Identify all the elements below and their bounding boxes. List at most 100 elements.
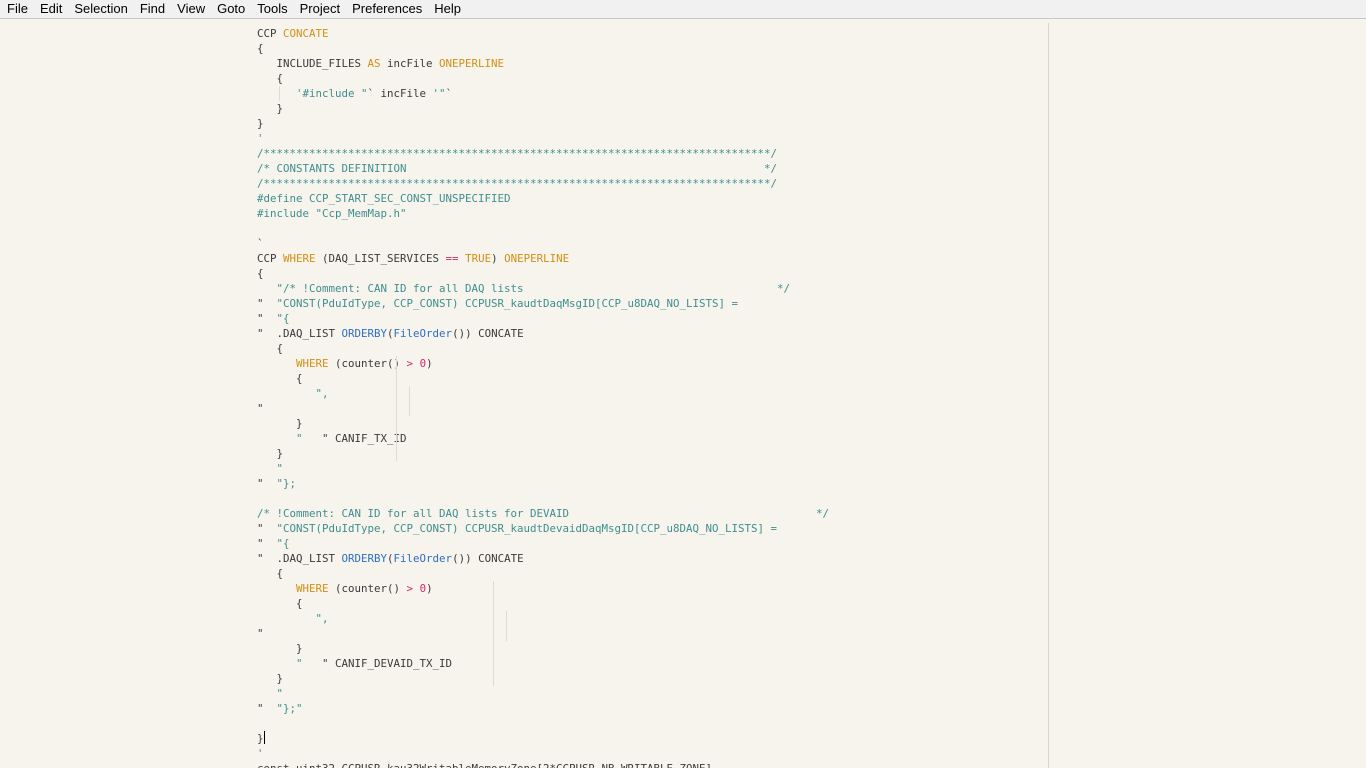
- code-line[interactable]: CCP CONCATE: [257, 26, 829, 41]
- code-line[interactable]: " "{: [257, 311, 829, 326]
- code-token: {: [257, 567, 284, 580]
- code-editor[interactable]: CCP CONCATE{ INCLUDE_FILES AS incFile ON…: [0, 19, 1366, 768]
- menu-selection[interactable]: Selection: [68, 0, 133, 18]
- code-token: ): [426, 357, 433, 370]
- code-line[interactable]: {: [257, 371, 829, 386]
- code-line[interactable]: /***************************************…: [257, 176, 829, 191]
- code-line[interactable]: /* CONSTANTS DEFINITION */: [257, 161, 829, 176]
- code-line[interactable]: " .DAQ_LIST ORDERBY(FileOrder()) CONCATE: [257, 551, 829, 566]
- code-token: {: [257, 42, 264, 55]
- code-line[interactable]: " "};": [257, 701, 829, 716]
- code-line[interactable]: ': [257, 746, 829, 761]
- code-line[interactable]: {: [257, 596, 829, 611]
- code-line[interactable]: " " CANIF_DEVAID_TX_ID: [257, 656, 829, 671]
- code-token: " .DAQ_LIST: [257, 327, 342, 340]
- code-line[interactable]: {: [257, 341, 829, 356]
- code-line[interactable]: CCP WHERE (DAQ_LIST_SERVICES == TRUE) ON…: [257, 251, 829, 266]
- menu-help[interactable]: Help: [428, 0, 467, 18]
- code-token: ONEPERLINE: [439, 57, 505, 70]
- code-token: ": [276, 687, 284, 700]
- code-line[interactable]: #include "Ccp_MemMap.h": [257, 206, 829, 221]
- menu-file[interactable]: File: [0, 0, 34, 18]
- code-line[interactable]: ': [257, 131, 829, 146]
- code-line[interactable]: `: [257, 236, 829, 251]
- code-line[interactable]: " "CONST(PduIdType, CCP_CONST) CCPUSR_ka…: [257, 521, 829, 536]
- code-token: ",: [315, 387, 329, 400]
- code-line[interactable]: }: [257, 101, 829, 116]
- code-line[interactable]: }: [257, 671, 829, 686]
- code-token: `: [257, 237, 264, 250]
- code-line[interactable]: ": [257, 461, 829, 476]
- code-line[interactable]: [257, 716, 829, 731]
- code-line[interactable]: }: [257, 116, 829, 131]
- code-line[interactable]: ": [257, 626, 829, 641]
- code-token: /* CONSTANTS DEFINITION */: [257, 162, 778, 175]
- menu-find[interactable]: Find: [134, 0, 171, 18]
- code-token: AS: [367, 57, 381, 70]
- code-line[interactable]: {: [257, 266, 829, 281]
- code-line[interactable]: /* !Comment: CAN ID for all DAQ lists fo…: [257, 506, 829, 521]
- code-line[interactable]: " "{: [257, 536, 829, 551]
- code-line[interactable]: #define CCP_START_SEC_CONST_UNSPECIFIED: [257, 191, 829, 206]
- code-line[interactable]: ": [257, 686, 829, 701]
- code-token: ": [257, 702, 277, 715]
- menu-tools[interactable]: Tools: [251, 0, 293, 18]
- code-token: {: [257, 372, 303, 385]
- code-token: #include "Ccp_MemMap.h": [257, 207, 407, 220]
- code-line[interactable]: ",: [257, 386, 829, 401]
- code-token: {: [257, 267, 264, 280]
- code-token: INCLUDE_FILES: [257, 57, 368, 70]
- indent-guide: [493, 581, 494, 686]
- menu-preferences[interactable]: Preferences: [346, 0, 428, 18]
- code-line[interactable]: {: [257, 41, 829, 56]
- indent-guide: [395, 356, 397, 461]
- code-line[interactable]: {: [257, 566, 829, 581]
- code-token: ",: [315, 612, 329, 625]
- code-line[interactable]: ": [257, 401, 829, 416]
- code-line[interactable]: ",: [257, 611, 829, 626]
- code-line[interactable]: }: [257, 416, 829, 431]
- code-line[interactable]: WHERE (counter() > 0): [257, 356, 829, 371]
- code-token: ()) CONCATE: [452, 552, 524, 565]
- code-token: ": [257, 627, 264, 640]
- code-line[interactable]: }: [257, 731, 829, 746]
- code-token: "/* !Comment: CAN ID for all DAQ lists *…: [276, 282, 791, 295]
- code-token: /***************************************…: [257, 177, 778, 190]
- menu-goto[interactable]: Goto: [211, 0, 251, 18]
- code-token: "};: [276, 477, 297, 490]
- code-token: ": [257, 297, 277, 310]
- code-line[interactable]: }: [257, 446, 829, 461]
- code-line[interactable]: const uint32 CCPUSR_kau32WritableMemoryZ…: [257, 761, 829, 768]
- menu-view[interactable]: View: [171, 0, 211, 18]
- code-token: }: [257, 672, 284, 685]
- code-line[interactable]: [257, 491, 829, 506]
- code-line[interactable]: INCLUDE_FILES AS incFile ONEPERLINE: [257, 56, 829, 71]
- menu-edit[interactable]: Edit: [34, 0, 68, 18]
- code-line[interactable]: " .DAQ_LIST ORDERBY(FileOrder()) CONCATE: [257, 326, 829, 341]
- code-line[interactable]: WHERE (counter() > 0): [257, 581, 829, 596]
- code-line[interactable]: '#include "` incFile '"`: [257, 86, 829, 101]
- code-line[interactable]: " "};: [257, 476, 829, 491]
- code-line[interactable]: /***************************************…: [257, 146, 829, 161]
- code-line[interactable]: {: [257, 71, 829, 86]
- code-line[interactable]: }: [257, 641, 829, 656]
- code-token: ()) CONCATE: [452, 327, 524, 340]
- code-line[interactable]: " " CANIF_TX_ID: [257, 431, 829, 446]
- code-text-area[interactable]: CCP CONCATE{ INCLUDE_FILES AS incFile ON…: [257, 26, 829, 768]
- code-line[interactable]: [257, 221, 829, 236]
- code-token: {: [257, 597, 303, 610]
- menu-project[interactable]: Project: [294, 0, 346, 18]
- code-token: ": [257, 312, 277, 325]
- code-token: ): [426, 582, 433, 595]
- code-token: '#include ": [296, 87, 368, 100]
- code-line[interactable]: "/* !Comment: CAN ID for all DAQ lists *…: [257, 281, 829, 296]
- code-token: }: [257, 117, 264, 130]
- code-line[interactable]: " "CONST(PduIdType, CCP_CONST) CCPUSR_ka…: [257, 296, 829, 311]
